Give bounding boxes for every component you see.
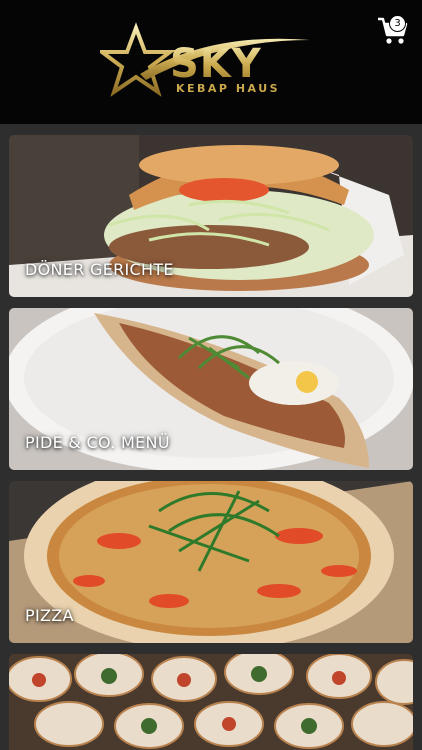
category-label: PIZZA: [25, 606, 74, 625]
logo-subtitle: KEBAP HAUS: [176, 82, 281, 95]
app-header: SKY KEBAP HAUS 3: [0, 0, 422, 124]
category-doner-gerichte[interactable]: DÖNER GERICHTE: [9, 135, 413, 297]
category-pide-co-menu[interactable]: PIDE & CO. MENÜ: [9, 308, 413, 470]
category-label: DÖNER GERICHTE: [25, 260, 174, 279]
cart-count-badge: 3: [389, 15, 406, 32]
cart-button[interactable]: 3: [376, 14, 410, 46]
logo-brand-text: SKY: [170, 41, 262, 87]
category-rolls[interactable]: [9, 654, 413, 750]
sky-kebap-logo[interactable]: SKY KEBAP HAUS: [100, 22, 325, 102]
rolls-image: [9, 654, 413, 750]
category-pizza[interactable]: PIZZA: [9, 481, 413, 643]
category-label: PIDE & CO. MENÜ: [25, 433, 170, 452]
